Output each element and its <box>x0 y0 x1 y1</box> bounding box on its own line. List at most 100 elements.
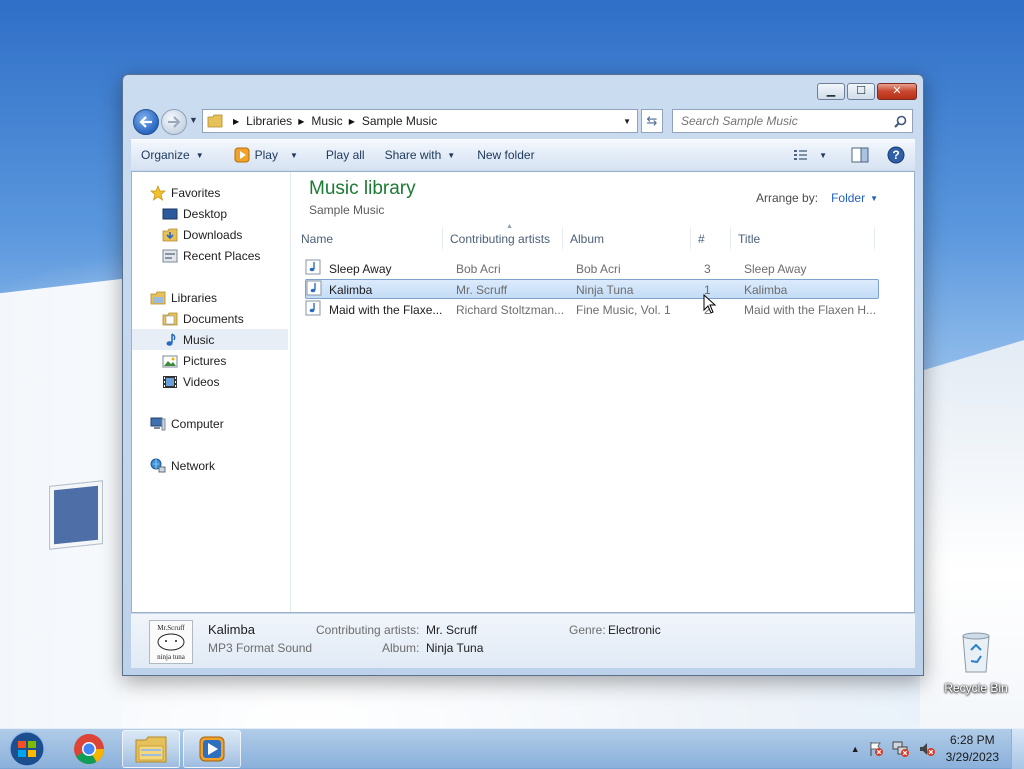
nav-downloads[interactable]: Downloads <box>132 224 288 245</box>
minimize-button[interactable]: ▁ <box>817 83 845 100</box>
nav-recent-places[interactable]: Recent Places <box>132 245 288 266</box>
svg-text:Mr.Scruff: Mr.Scruff <box>157 624 185 632</box>
search-input[interactable] <box>679 113 883 129</box>
table-row[interactable]: Sleep Away Bob Acri Bob Acri 3 Sleep Awa… <box>305 259 879 279</box>
nav-pictures[interactable]: Pictures <box>132 350 288 371</box>
address-dropdown-icon[interactable]: ▼ <box>623 117 631 126</box>
play-button[interactable]: Play ▼ <box>225 143 307 167</box>
cell-album: Bob Acri <box>576 262 621 276</box>
details-pane: Mr.Scruff ninja tuna Kalimba MP3 Format … <box>131 613 915 668</box>
start-button[interactable] <box>4 730 50 768</box>
show-desktop-button[interactable] <box>1011 729 1024 769</box>
address-bar[interactable]: ▶ Libraries ▶ Music ▶ Sample Music ▼ <box>202 109 638 133</box>
clock[interactable]: 6:28 PM 3/29/2023 <box>946 732 999 766</box>
cell-artists: Mr. Scruff <box>456 283 508 297</box>
recent-pages-dropdown-icon[interactable]: ▼ <box>189 115 198 125</box>
cell-name: Maid with the Flaxe... <box>329 303 443 317</box>
navigation-bar: ▼ ▶ Libraries ▶ Music ▶ Sample Music ▼ ⇆ <box>131 107 915 135</box>
chrome-icon <box>74 734 104 765</box>
audio-file-icon <box>305 259 321 275</box>
arrange-by-dropdown[interactable]: Folder <box>831 191 865 205</box>
arrange-by-label: Arrange by: <box>756 191 819 205</box>
details-file-type: MP3 Format Sound <box>208 641 313 655</box>
change-view-icon[interactable] <box>793 148 809 162</box>
details-album-label: Album: <box>382 641 420 655</box>
column-header-number[interactable]: # <box>698 232 705 246</box>
column-divider[interactable] <box>562 227 563 249</box>
nav-documents[interactable]: Documents <box>132 308 288 329</box>
breadcrumb-libraries[interactable]: Libraries <box>246 114 292 128</box>
organize-button[interactable]: Organize ▼ <box>131 143 213 167</box>
breadcrumb-sample-music[interactable]: Sample Music <box>362 114 437 128</box>
nav-videos-label: Videos <box>183 374 220 389</box>
action-center-flag-icon[interactable] <box>868 741 884 757</box>
album-art-thumbnail: Mr.Scruff ninja tuna <box>149 620 193 664</box>
view-options-dropdown-icon[interactable]: ▼ <box>819 151 827 160</box>
nav-network[interactable]: Network <box>132 455 288 476</box>
chevron-down-icon[interactable]: ▼ <box>870 194 878 203</box>
help-icon[interactable]: ? <box>887 146 905 164</box>
videos-icon <box>163 375 177 388</box>
details-genre-value[interactable]: Electronic <box>608 623 661 637</box>
explorer-window: ▁ ☐ ✕ ▼ ▶ Libraries ▶ Music ▶ Sample Mus… <box>122 74 924 676</box>
refresh-button[interactable]: ⇆ <box>641 109 663 133</box>
toolbar-right-group: ▼ ? <box>793 146 905 164</box>
play-all-label: Play all <box>325 148 365 162</box>
documents-icon <box>162 312 178 325</box>
file-list-pane: Music library Sample Music Arrange by: F… <box>291 172 914 612</box>
column-divider[interactable] <box>730 227 731 249</box>
breadcrumb-separator-icon[interactable]: ▶ <box>298 117 304 126</box>
taskbar-chrome-button[interactable] <box>60 730 118 768</box>
details-artists-value[interactable]: Mr. Scruff <box>426 623 477 637</box>
details-genre-label: Genre: <box>569 623 606 637</box>
cell-name: Kalimba <box>329 283 373 297</box>
play-all-button[interactable]: Play all <box>317 143 374 167</box>
content-area: Favorites Desktop Downloads Recent Place… <box>131 171 915 613</box>
navigation-pane: Favorites Desktop Downloads Recent Place… <box>132 172 291 612</box>
taskbar-media-player-button[interactable] <box>183 730 241 768</box>
preview-pane-icon[interactable] <box>851 147 869 163</box>
breadcrumb-separator-icon[interactable]: ▶ <box>233 117 239 126</box>
new-folder-label: New folder <box>477 148 535 162</box>
table-row[interactable]: Maid with the Flaxe... Richard Stoltzman… <box>305 300 879 320</box>
details-album-value[interactable]: Ninja Tuna <box>426 641 483 655</box>
nav-documents-label: Documents <box>183 311 244 326</box>
column-header-title[interactable]: Title <box>738 232 760 246</box>
cell-title: Maid with the Flaxen H... <box>744 303 877 317</box>
system-tray: ▲ 6:28 PM 3/29/2023 <box>851 729 1024 769</box>
volume-muted-icon[interactable] <box>918 741 936 757</box>
nav-favorites[interactable]: Favorites <box>132 182 288 203</box>
column-header-contributing-artists[interactable]: Contributing artists <box>450 232 550 246</box>
column-headers: Name ▲ Contributing artists Album # Titl… <box>301 223 914 251</box>
column-header-name[interactable]: Name <box>301 232 333 246</box>
nav-libraries[interactable]: Libraries <box>132 287 288 308</box>
share-with-button[interactable]: Share with ▼ <box>376 143 465 167</box>
search-icon[interactable] <box>894 115 907 128</box>
nav-music[interactable]: Music <box>132 329 288 350</box>
column-divider[interactable] <box>690 227 691 249</box>
nav-downloads-label: Downloads <box>183 227 243 242</box>
column-divider[interactable] <box>442 227 443 249</box>
show-hidden-icons-icon[interactable]: ▲ <box>851 744 860 754</box>
nav-desktop[interactable]: Desktop <box>132 203 288 224</box>
column-divider[interactable] <box>874 227 875 249</box>
breadcrumb-music[interactable]: Music <box>311 114 342 128</box>
maximize-button[interactable]: ☐ <box>847 83 875 100</box>
svg-text:?: ? <box>892 148 899 162</box>
network-status-icon[interactable] <box>892 741 910 757</box>
nav-videos[interactable]: Videos <box>132 371 288 392</box>
forward-button[interactable] <box>161 109 187 135</box>
media-player-icon <box>234 147 250 163</box>
breadcrumb-separator-icon[interactable]: ▶ <box>349 117 355 126</box>
column-header-album[interactable]: Album <box>570 232 604 246</box>
nav-computer[interactable]: Computer <box>132 413 288 434</box>
folder-icon <box>207 114 223 128</box>
close-button[interactable]: ✕ <box>877 83 917 100</box>
mouse-cursor-icon <box>703 294 717 314</box>
back-button[interactable] <box>133 109 159 135</box>
table-row-selected[interactable]: Kalimba Mr. Scruff Ninja Tuna 1 Kalimba <box>305 279 879 299</box>
new-folder-button[interactable]: New folder <box>468 143 543 167</box>
taskbar-explorer-button[interactable] <box>122 730 180 768</box>
recycle-bin-desktop-icon[interactable]: Recycle Bin <box>940 630 1012 695</box>
search-box[interactable] <box>672 109 913 133</box>
